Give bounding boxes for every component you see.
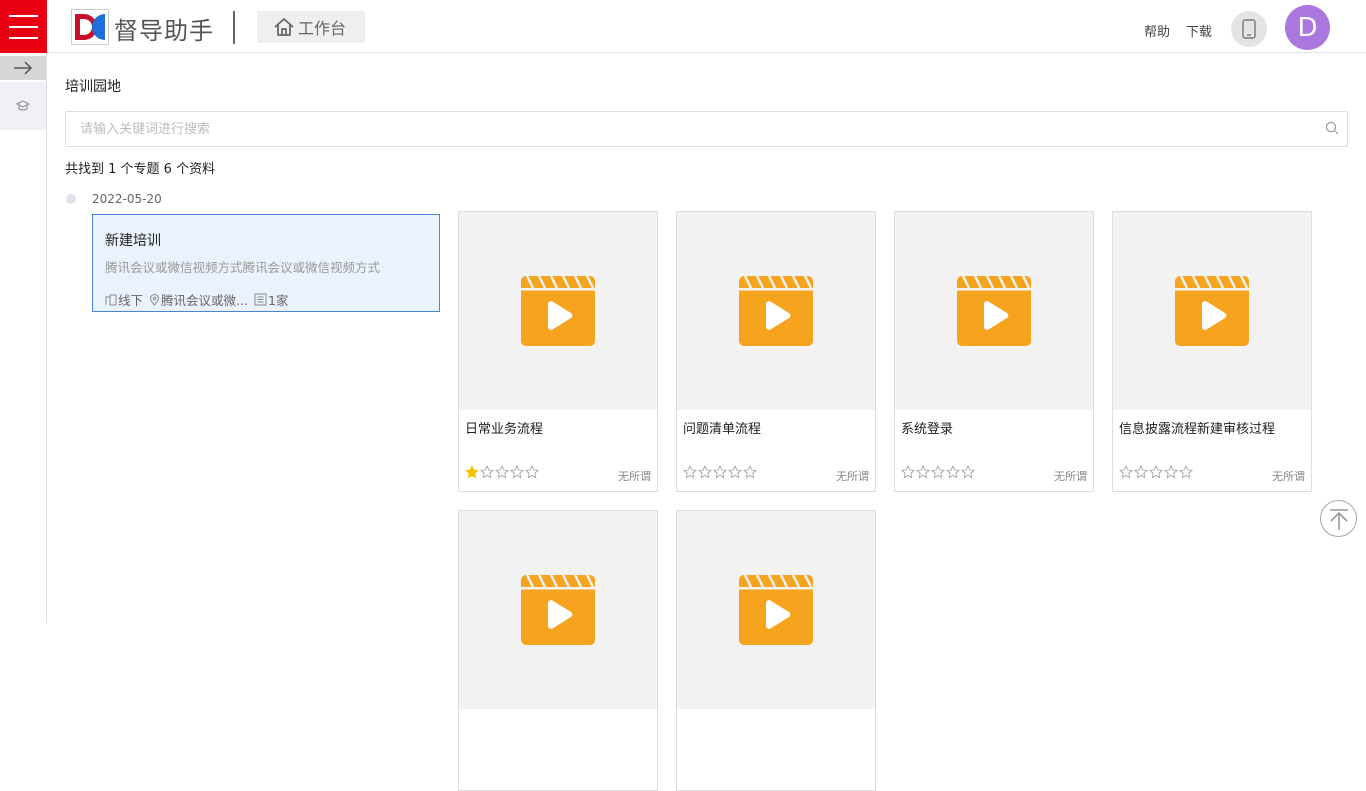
star-empty-icon[interactable] <box>931 465 945 479</box>
video-card[interactable]: 信息披露流程新建审核过程 无所谓 <box>1112 211 1312 492</box>
video-thumbnail <box>459 212 657 410</box>
download-link[interactable]: 下载 <box>1186 21 1212 40</box>
topic-title: 新建培训 <box>105 233 161 249</box>
video-clapper-icon <box>957 276 1031 346</box>
rating-stars[interactable] <box>683 465 757 479</box>
search-icon[interactable] <box>1325 121 1339 135</box>
left-sidebar <box>0 53 47 622</box>
workbench-button[interactable]: 工作台 <box>257 11 365 43</box>
star-empty-icon[interactable] <box>480 465 494 479</box>
video-card[interactable]: 问题清单流程 无所谓 <box>676 211 876 492</box>
app-title: 督导助手 <box>114 17 214 45</box>
star-empty-icon[interactable] <box>525 465 539 479</box>
video-card[interactable] <box>458 510 658 791</box>
video-card[interactable]: 日常业务流程 无所谓 <box>458 211 658 492</box>
home-icon <box>274 18 294 36</box>
card-tag: 无所谓 <box>618 470 651 483</box>
star-empty-icon[interactable] <box>713 465 727 479</box>
star-empty-icon[interactable] <box>743 465 757 479</box>
hamburger-menu-button[interactable] <box>0 0 47 53</box>
card-title: 信息披露流程新建审核过程 <box>1119 422 1276 437</box>
top-header: 督导助手 工作台 帮助 下载 D <box>0 0 1366 53</box>
video-clapper-icon <box>739 276 813 346</box>
header-divider <box>233 11 235 44</box>
topic-card[interactable]: 新建培训 腾讯会议或微信视频方式腾讯会议或微信视频方式 线下 腾讯会议或微...… <box>92 214 440 312</box>
arrow-right-icon <box>14 61 33 75</box>
card-tag: 无所谓 <box>1054 470 1087 483</box>
star-empty-icon[interactable] <box>961 465 975 479</box>
page-title: 培训园地 <box>65 79 121 95</box>
card-title: 问题清单流程 <box>683 422 762 437</box>
topic-meta: 线下 腾讯会议或微... 1家 <box>105 290 294 309</box>
topic-mode: 线下 <box>118 293 144 308</box>
sidebar-collapse-button[interactable] <box>0 56 46 80</box>
video-thumbnail <box>677 511 875 709</box>
user-avatar[interactable]: D <box>1285 5 1330 50</box>
star-empty-icon[interactable] <box>1119 465 1133 479</box>
building-icon <box>105 294 117 305</box>
star-empty-icon[interactable] <box>916 465 930 479</box>
card-title: 系统登录 <box>901 422 954 437</box>
star-empty-icon[interactable] <box>901 465 915 479</box>
timeline-date: 2022-05-20 <box>92 192 162 206</box>
rating-stars[interactable] <box>1119 465 1193 479</box>
video-clapper-icon <box>1175 276 1249 346</box>
timeline-dot <box>66 194 76 204</box>
star-empty-icon[interactable] <box>1134 465 1148 479</box>
location-pin-icon <box>150 293 160 306</box>
video-thumbnail <box>459 511 657 709</box>
workbench-label: 工作台 <box>298 19 347 38</box>
topic-location: 腾讯会议或微... <box>161 293 248 308</box>
card-tag: 无所谓 <box>1272 470 1305 483</box>
search-input[interactable] <box>65 111 1348 147</box>
video-clapper-icon <box>521 575 595 645</box>
sidebar-item-training[interactable] <box>0 82 46 130</box>
topic-description: 腾讯会议或微信视频方式腾讯会议或微信视频方式 <box>105 260 381 275</box>
star-empty-icon[interactable] <box>495 465 509 479</box>
company-icon <box>254 293 267 306</box>
video-card[interactable]: 系统登录 无所谓 <box>894 211 1094 492</box>
star-empty-icon[interactable] <box>946 465 960 479</box>
rating-stars[interactable] <box>901 465 975 479</box>
card-tag: 无所谓 <box>836 470 869 483</box>
video-thumbnail <box>1113 212 1311 410</box>
back-to-top-button[interactable] <box>1320 500 1357 537</box>
star-filled-icon[interactable] <box>465 465 479 479</box>
video-card[interactable] <box>676 510 876 791</box>
star-empty-icon[interactable] <box>1179 465 1193 479</box>
topic-count: 1家 <box>267 293 289 308</box>
star-empty-icon[interactable] <box>510 465 524 479</box>
rating-stars[interactable] <box>465 465 539 479</box>
video-thumbnail <box>677 212 875 410</box>
video-thumbnail <box>895 212 1093 410</box>
card-title: 日常业务流程 <box>465 422 544 437</box>
star-empty-icon[interactable] <box>698 465 712 479</box>
help-link[interactable]: 帮助 <box>1144 21 1170 40</box>
video-clapper-icon <box>521 276 595 346</box>
star-empty-icon[interactable] <box>683 465 697 479</box>
video-clapper-icon <box>739 575 813 645</box>
app-logo <box>71 9 109 45</box>
phone-icon <box>1242 19 1256 39</box>
star-empty-icon[interactable] <box>1164 465 1178 479</box>
graduation-cap-icon <box>16 100 30 111</box>
star-empty-icon[interactable] <box>728 465 742 479</box>
arrow-up-icon <box>1329 508 1348 530</box>
star-empty-icon[interactable] <box>1149 465 1163 479</box>
mobile-app-button[interactable] <box>1231 11 1267 47</box>
result-summary: 共找到 1 个专题 6 个资料 <box>65 162 216 177</box>
